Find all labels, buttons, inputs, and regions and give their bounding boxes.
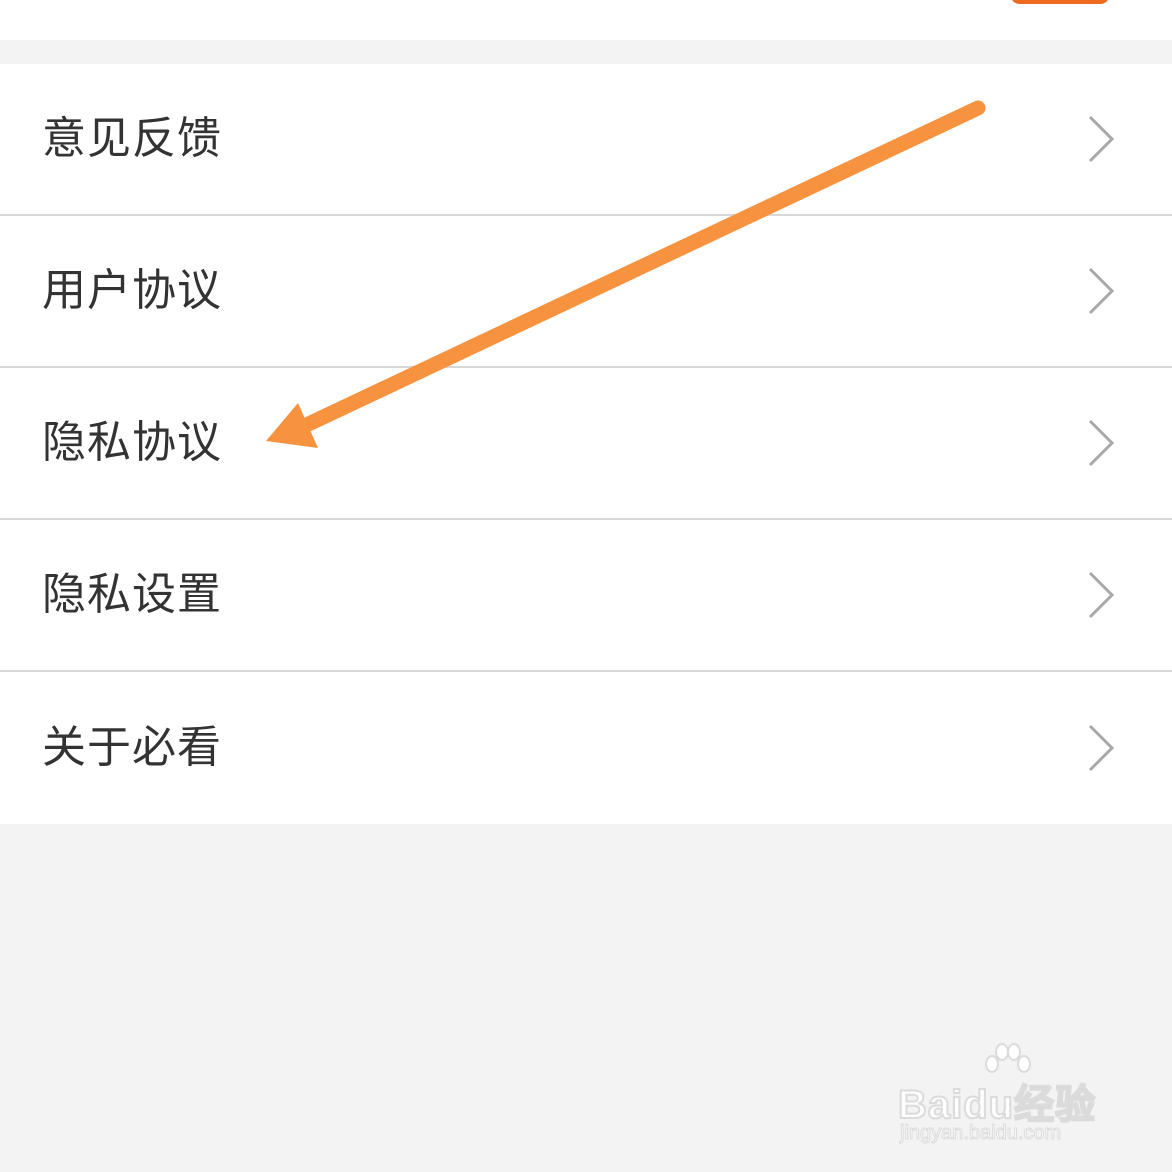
watermark-logo: Baidu经验 — [897, 1082, 1097, 1128]
chevron-right-icon — [1084, 417, 1116, 469]
settings-menu: 意见反馈 用户协议 隐私协议 隐私设置 关于必看 — [0, 64, 1172, 824]
chevron-right-icon — [1084, 265, 1116, 317]
chevron-right-icon — [1084, 113, 1116, 165]
menu-item-privacy-settings[interactable]: 隐私设置 — [0, 520, 1172, 672]
menu-item-privacy-agreement[interactable]: 隐私协议 — [0, 368, 1172, 520]
top-action-button-partial[interactable] — [1010, 0, 1110, 4]
menu-item-label: 意见反馈 — [42, 113, 222, 164]
top-header-strip — [0, 0, 1172, 40]
chevron-right-icon — [1084, 722, 1116, 774]
watermark-url: jingyan.baidu.com — [899, 1122, 1062, 1145]
menu-item-label: 关于必看 — [42, 722, 222, 773]
menu-item-label: 隐私设置 — [42, 569, 222, 620]
chevron-right-icon — [1084, 569, 1116, 621]
baidu-paw-icon — [985, 1043, 1031, 1073]
menu-item-label: 用户协议 — [42, 265, 222, 316]
menu-item-user-agreement[interactable]: 用户协议 — [0, 216, 1172, 368]
menu-item-about[interactable]: 关于必看 — [0, 672, 1172, 824]
baidu-jingyan-watermark: Baidu经验 jingyan.baidu.com — [897, 1040, 1118, 1150]
menu-item-label: 隐私协议 — [42, 417, 222, 468]
menu-item-feedback[interactable]: 意见反馈 — [0, 64, 1172, 216]
